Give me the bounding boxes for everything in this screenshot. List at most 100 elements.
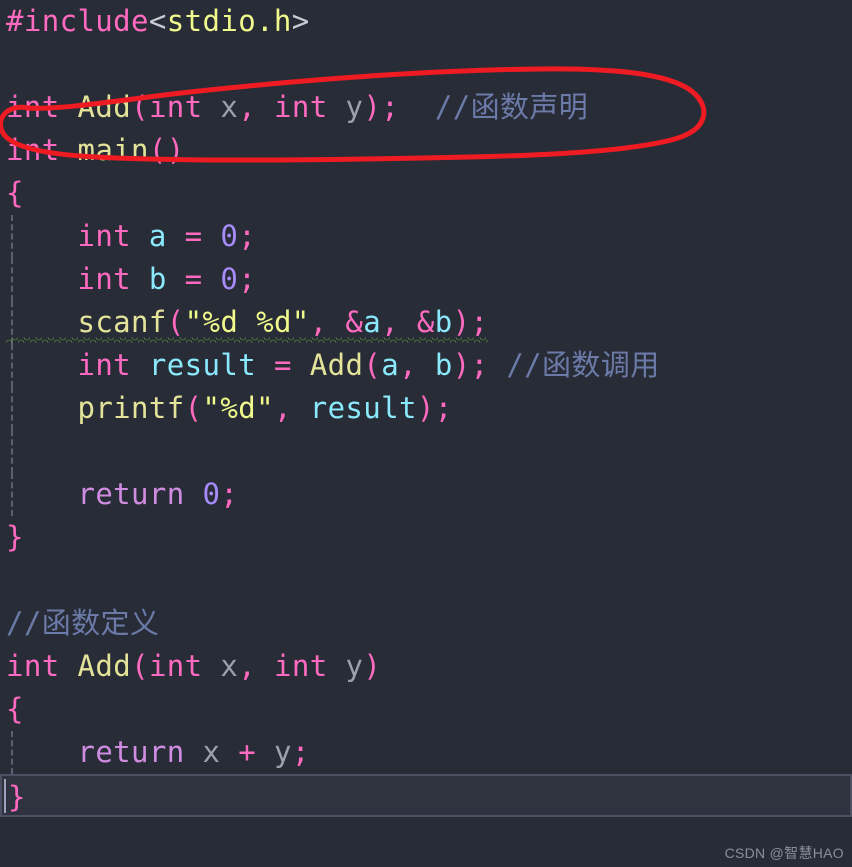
code-line[interactable]: } [0, 774, 852, 817]
code-token: > [291, 4, 310, 38]
code-token: { [6, 692, 24, 726]
code-line-text: printf("%d", result); [6, 391, 453, 425]
code-token: ) [363, 90, 382, 124]
code-token: y [274, 735, 292, 769]
code-token: () [148, 133, 185, 167]
code-line-text: return x + y; [6, 735, 310, 769]
code-area[interactable]: #include<stdio.h> int Add(int x, int y); … [0, 0, 852, 867]
code-line-text: int main() [6, 133, 185, 167]
code-line[interactable] [0, 430, 852, 473]
code-line[interactable]: printf("%d", result); [0, 387, 852, 430]
indent-guide [11, 387, 13, 430]
code-token: "%d" [202, 391, 274, 425]
code-line[interactable]: { [0, 688, 852, 731]
indent-guide [11, 215, 13, 258]
code-token: a [381, 348, 400, 382]
code-token: ( [363, 348, 382, 382]
code-line[interactable]: int b = 0; [0, 258, 852, 301]
code-line-text: #include<stdio.h> [6, 4, 310, 38]
code-token: int [77, 348, 132, 382]
code-token: x [220, 649, 239, 683]
code-token: b [434, 305, 453, 339]
code-token: ; [470, 305, 489, 339]
code-token: ( [131, 90, 149, 124]
code-token: return [77, 735, 185, 769]
code-line[interactable] [0, 43, 852, 86]
code-token: , [381, 305, 400, 339]
code-token: a [363, 305, 382, 339]
code-token: { [6, 176, 24, 210]
code-token: stdio.h [166, 4, 292, 38]
code-token: 0 [220, 219, 239, 253]
indent-guide [11, 430, 13, 473]
code-line[interactable]: #include<stdio.h> [0, 0, 852, 43]
code-line-text: int result = Add(a, b); //函数调用 [6, 348, 660, 382]
code-token: = [184, 262, 203, 296]
code-token: < [148, 4, 167, 38]
code-token: y [345, 90, 364, 124]
code-token: ( [184, 391, 203, 425]
code-line[interactable]: int main() [0, 129, 852, 172]
watermark-text: CSDN @智慧HAO [724, 845, 844, 861]
text-cursor [4, 779, 6, 813]
code-line[interactable]: int Add(int x, int y) [0, 645, 852, 688]
code-token: //函数声明 [434, 90, 589, 124]
code-line[interactable]: } [0, 516, 852, 559]
code-token: & [345, 305, 364, 339]
code-line[interactable]: int Add(int x, int y); //函数声明 [0, 86, 852, 129]
code-token: b [148, 262, 167, 296]
code-token: printf [77, 391, 185, 425]
code-token: //函数定义 [6, 606, 160, 640]
code-token: int [6, 649, 60, 683]
indent-guide [11, 258, 13, 301]
code-line[interactable] [0, 559, 852, 602]
code-line[interactable]: { [0, 172, 852, 215]
code-line[interactable]: int a = 0; [0, 215, 852, 258]
code-token: ) [452, 348, 471, 382]
code-token: "%d %d" [184, 305, 310, 339]
code-token: int [274, 90, 328, 124]
code-token: = [184, 219, 203, 253]
code-line-text: int b = 0; [6, 262, 256, 296]
code-token: return [77, 477, 185, 511]
code-line[interactable]: return x + y; [0, 731, 852, 774]
code-token: int [6, 133, 60, 167]
code-token: x [202, 735, 221, 769]
code-token: int [148, 649, 203, 683]
code-token: x [220, 90, 239, 124]
code-token: int [77, 262, 132, 296]
code-line[interactable]: int result = Add(a, b); //函数调用 [0, 344, 852, 387]
code-token: int [148, 90, 203, 124]
code-line[interactable]: //函数定义 [0, 602, 852, 645]
code-token: 0 [202, 477, 221, 511]
code-line-text: scanf("%d %d", &a, &b); [6, 305, 488, 339]
code-line-text: } [6, 520, 24, 554]
code-line[interactable]: return 0; [0, 473, 852, 516]
code-token: , [309, 305, 328, 339]
code-token: int [6, 90, 60, 124]
code-line[interactable]: scanf("%d %d", &a, &b); [0, 301, 852, 344]
code-token: = [273, 348, 292, 382]
code-token: Add [77, 649, 132, 683]
code-token: int [77, 219, 132, 253]
code-line-text: int Add(int x, int y) [6, 649, 381, 683]
indent-guide [11, 473, 13, 516]
code-token: ; [220, 477, 239, 511]
